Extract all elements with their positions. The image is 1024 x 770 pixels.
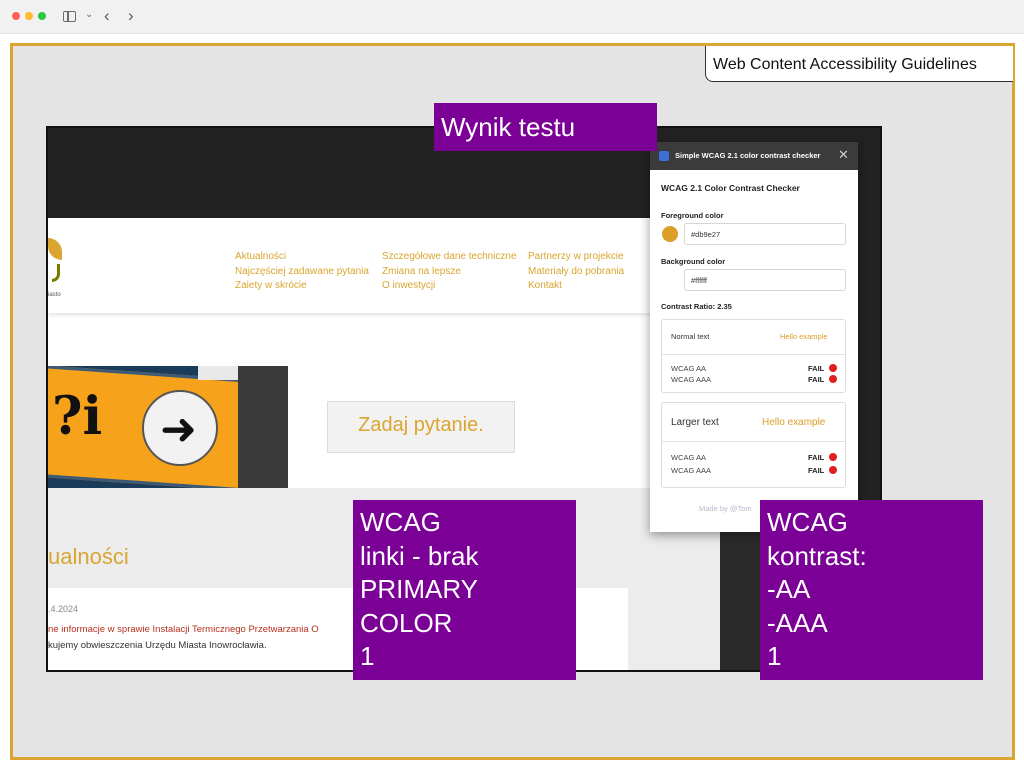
news-description: kujemy obwieszczenia Urzędu Miasta Inowr… — [48, 640, 267, 651]
contrast-ratio: Contrast Ratio: 2.35 — [661, 302, 732, 311]
right-arrow-icon: ➜ — [160, 405, 197, 454]
background-label: Background color — [661, 257, 726, 266]
popup-header: Simple WCAG 2.1 color contrast checker ✕ — [650, 142, 858, 170]
background-color-input[interactable]: #ffffff — [684, 269, 846, 291]
minimize-window-button[interactable] — [25, 12, 33, 20]
nav-link-partners[interactable]: Partnerzy w projekcie — [528, 250, 624, 265]
normal-aa-result: FAIL — [808, 364, 825, 373]
nav-link-summary[interactable]: Zaiety w skrócie — [235, 279, 369, 294]
links-callout: WCAG linki - brak PRIMARY COLOR 1 — [353, 500, 576, 680]
large-aaa-result: FAIL — [808, 466, 825, 475]
close-icon[interactable]: ✕ — [838, 147, 849, 163]
large-aa-label: WCAG AA — [671, 453, 707, 462]
nav-column-1: Aktualności Najczęściej zadawane pytania… — [235, 250, 369, 294]
chevron-down-icon[interactable]: ⌄ — [85, 9, 93, 20]
extension-icon — [659, 151, 669, 161]
logo-text: iasto — [48, 292, 61, 298]
test-result-callout: Wynik testu — [434, 103, 657, 151]
nav-link-about[interactable]: O inwestycji — [382, 279, 517, 294]
made-by-credit[interactable]: Made by @Tom — [699, 504, 752, 513]
normal-text-example: Hello example — [780, 332, 828, 341]
nav-column-2: Szczegółowe dane techniczne Zmiana na le… — [382, 250, 517, 294]
nav-link-news[interactable]: Aktualności — [235, 250, 369, 265]
site-header: iasto Aktualności Najczęściej zadawane p… — [48, 218, 720, 313]
popup-header-title: Simple WCAG 2.1 color contrast checker — [675, 151, 821, 160]
large-aa-result: FAIL — [808, 453, 825, 462]
back-arrow-icon[interactable]: ‹ — [104, 6, 110, 26]
contrast-checker-popup: Simple WCAG 2.1 color contrast checker ✕… — [650, 142, 858, 532]
normal-aa-label: WCAG AA — [671, 364, 707, 373]
news-date: .4.2024 — [48, 604, 79, 614]
fail-dot-icon — [829, 375, 837, 383]
nav-column-3: Partnerzy w projekcie Materiały do pobra… — [528, 250, 624, 294]
close-window-button[interactable] — [12, 12, 20, 20]
nav-link-contact[interactable]: Kontakt — [528, 279, 624, 294]
fail-dot-icon — [829, 453, 837, 461]
contrast-callout: WCAG kontrast: -AA -AAA 1 — [760, 500, 983, 680]
large-text-result: Larger text Hello example WCAG AA FAIL W… — [661, 402, 846, 488]
normal-aaa-result: FAIL — [808, 375, 825, 384]
sidebar-toggle-icon[interactable] — [63, 11, 76, 22]
forward-arrow-icon[interactable]: › — [128, 6, 134, 26]
presentation-slide: Web Content Accessibility Guidelines ias… — [10, 43, 1015, 760]
foreground-color-swatch[interactable] — [662, 226, 678, 242]
logo-stem-icon — [52, 264, 60, 282]
normal-text-result: Normal text Hello example WCAG AA FAIL W… — [661, 319, 846, 393]
nav-link-change[interactable]: Zmiana na lepsze — [382, 265, 517, 280]
large-text-example: Hello example — [762, 417, 826, 428]
foreground-color-input[interactable]: #db9e27 — [684, 223, 846, 245]
normal-aaa-label: WCAG AAA — [671, 375, 712, 384]
news-heading: ualności — [48, 544, 129, 569]
logo-leaf-icon — [48, 238, 62, 260]
checker-title: WCAG 2.1 Color Contrast Checker — [661, 183, 800, 193]
ask-question-button[interactable]: Zadaj pytanie. — [327, 401, 515, 453]
large-text-label: Larger text — [671, 417, 719, 428]
slide-title-tag: Web Content Accessibility Guidelines — [705, 46, 1013, 82]
fail-dot-icon — [829, 466, 837, 474]
fail-dot-icon — [829, 364, 837, 372]
news-title-link[interactable]: ne informacje w sprawie Instalacji Termi… — [48, 624, 319, 635]
nav-link-faq[interactable]: Najczęściej zadawane pytania — [235, 265, 369, 280]
maximize-window-button[interactable] — [38, 12, 46, 20]
foreground-label: Foreground color — [661, 211, 724, 220]
nav-link-downloads[interactable]: Materiały do pobrania — [528, 265, 624, 280]
nav-link-technical-data[interactable]: Szczegółowe dane techniczne — [382, 250, 517, 265]
large-aaa-label: WCAG AAA — [671, 466, 712, 475]
normal-text-label: Normal text — [671, 332, 710, 341]
question-info-icon: ?i — [52, 386, 103, 447]
browser-toolbar: ⌄ ‹ › — [0, 0, 1024, 34]
hero-image: ?i ➜ — [48, 366, 288, 488]
